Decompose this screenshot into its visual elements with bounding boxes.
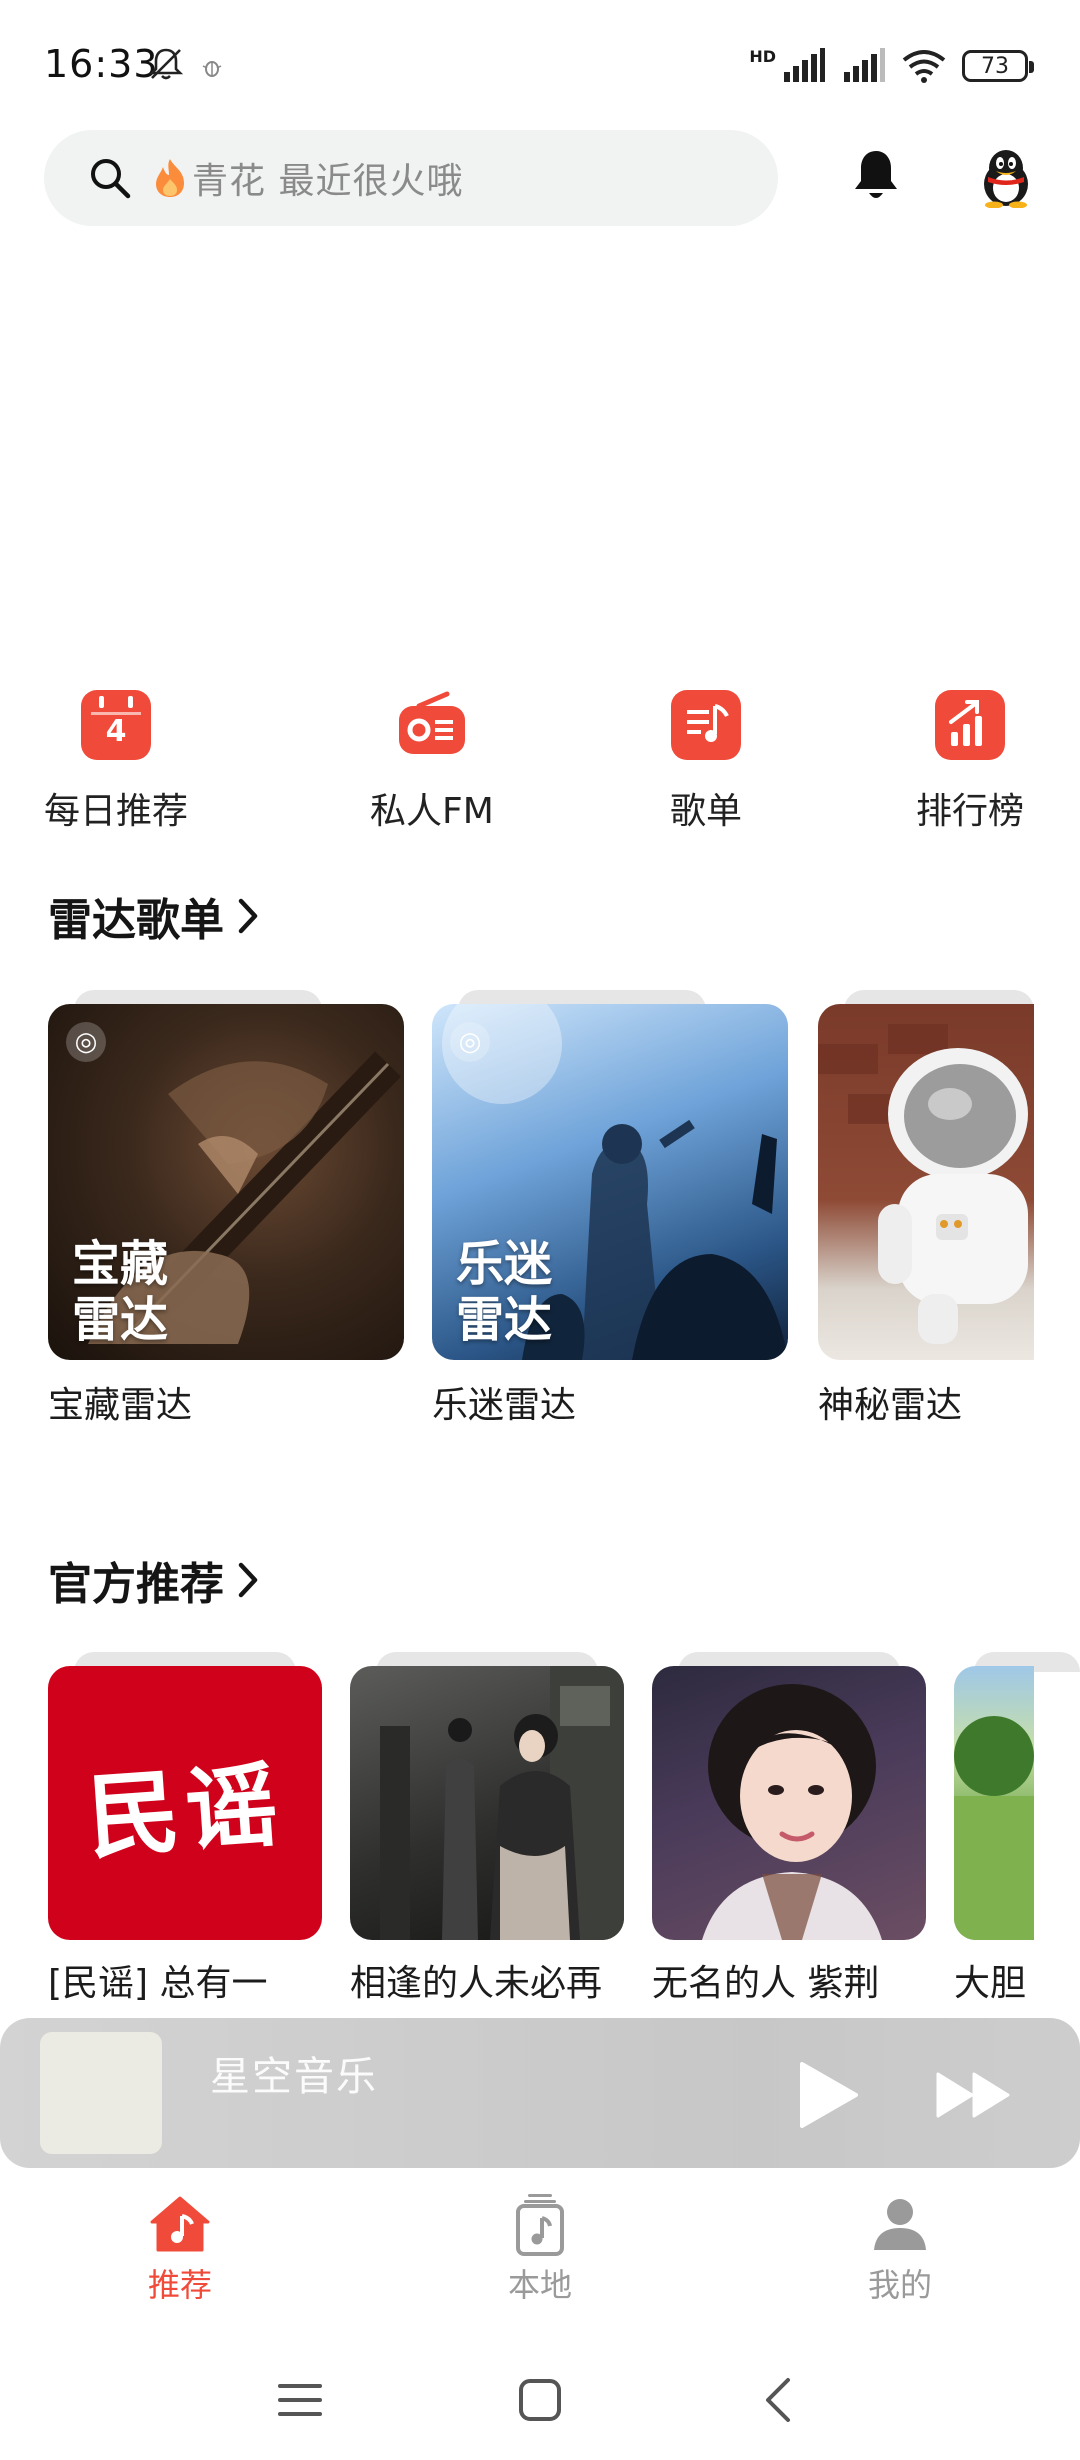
chevron-right-icon [238, 1562, 258, 1598]
cover-title-line1: 宝藏 [72, 1236, 169, 1292]
quick-nav-label: 每日推荐 [44, 791, 189, 832]
calendar-badge: 4 [105, 713, 127, 749]
status-icons: HD 73 [749, 46, 1034, 86]
quick-nav-chart[interactable]: 排行榜 [916, 690, 1024, 834]
debug-icon [202, 61, 222, 77]
notification-bell-icon[interactable] [850, 148, 902, 204]
quick-nav-label: 歌单 [670, 791, 743, 832]
quick-nav-fm[interactable]: 私人FM [370, 690, 494, 834]
quick-nav: 4 每日推荐 私人FM 歌单 排行榜 [0, 690, 1080, 840]
user-icon [874, 2199, 926, 2250]
cover-image: 民谣 [48, 1666, 322, 1940]
signal-icon [784, 48, 825, 82]
mini-player[interactable]: 星空音乐 [0, 2018, 1080, 2168]
quick-nav-label: 排行榜 [916, 791, 1025, 832]
play-icon[interactable] [796, 2060, 860, 2130]
signal-icon-2 [844, 48, 885, 82]
cover-image [350, 1666, 624, 1940]
cover-image: ◎ 宝藏 雷达 [48, 1004, 404, 1360]
tab-label: 推荐 [147, 2266, 212, 2304]
playlist-icon [671, 690, 741, 760]
card-caption: 无名的人 紫荆 [652, 1963, 880, 2004]
home-button-icon[interactable] [512, 2372, 568, 2428]
landscape-illustration [954, 1716, 1034, 1940]
chevron-right-icon [238, 898, 258, 934]
card-caption: 宝藏雷达 [48, 1385, 193, 1426]
bell-muted-icon [148, 48, 184, 80]
tab-label: 本地 [507, 2266, 572, 2304]
mini-player-cover[interactable] [40, 2032, 162, 2154]
back-icon[interactable] [752, 2372, 808, 2428]
radio-icon [397, 690, 467, 760]
hd-label: HD [749, 46, 776, 66]
system-navigation-bar [0, 2340, 1080, 2460]
cover-image: ◎ 乐迷 雷达 [432, 1004, 788, 1360]
netease-logo-icon: ◎ [66, 1022, 106, 1062]
cover-title-line2: 雷达 [456, 1292, 553, 1348]
cover-title-line2: 雷达 [72, 1292, 169, 1348]
tab-local[interactable]: 本地 [460, 2192, 620, 2306]
bottom-tab-bar: 推荐 本地 我的 [0, 2170, 1080, 2320]
home-music-icon [150, 2196, 210, 2252]
card-caption: 大胆 [954, 1963, 1027, 2004]
fast-forward-icon[interactable] [934, 2070, 1014, 2120]
cover-title: 民谣 [83, 1749, 288, 1872]
radar-section-title[interactable]: 雷达歌单 [48, 884, 260, 948]
app-screen: 16:33 HD 73 青花 最近很火哦 4 每日推荐 私人FM 歌单 排行榜 … [0, 0, 1080, 2460]
status-bar: 16:33 HD 73 [0, 0, 1080, 130]
cover-image [652, 1666, 926, 1940]
status-time: 16:33 [44, 42, 159, 86]
section-title-text: 雷达歌单 [48, 895, 224, 946]
cover-image [954, 1666, 1034, 1940]
official-card-row: 民谣 [民谣] 总有一 相逢的人未必再 无名的人 紫荆 大胆 [0, 1652, 1080, 2012]
menu-icon[interactable] [272, 2372, 328, 2428]
netease-logo-icon: ◎ [450, 1022, 490, 1062]
tab-mine[interactable]: 我的 [820, 2192, 980, 2306]
search-placeholder: 青花 最近很火哦 [192, 161, 464, 202]
portrait-illustration [702, 1684, 882, 1940]
street-photo-illustration [380, 1666, 624, 1940]
section-title-text: 官方推荐 [48, 1559, 224, 1610]
card-caption: [民谣] 总有一 [48, 1963, 268, 2004]
card-caption: 乐迷雷达 [432, 1385, 577, 1426]
official-section-title[interactable]: 官方推荐 [48, 1548, 260, 1612]
mini-player-title: 星空音乐 [210, 2054, 378, 2100]
search-bar[interactable]: 青花 最近很火哦 [44, 130, 778, 226]
tab-recommend[interactable]: 推荐 [100, 2192, 260, 2306]
cover-image [818, 1004, 1034, 1360]
cover-title: 乐迷 雷达 [456, 1236, 552, 1348]
calendar-icon: 4 [81, 690, 151, 760]
local-music-icon [516, 2194, 564, 2256]
cover-title-line1: 乐迷 [456, 1236, 553, 1292]
tab-label: 我的 [867, 2266, 932, 2304]
search-icon [91, 159, 131, 199]
astronaut-illustration [818, 1024, 1028, 1344]
radar-card-row: ◎ 宝藏 雷达 宝藏雷达 ◎ 乐迷 雷达 乐迷雷达 神秘雷达 [0, 990, 1080, 1430]
battery-indicator: 73 [962, 50, 1034, 82]
card-caption: 神秘雷达 [818, 1385, 963, 1426]
quick-nav-playlist[interactable]: 歌单 [670, 690, 742, 834]
card-caption: 相逢的人未必再 [350, 1963, 603, 2004]
fire-icon [156, 159, 184, 197]
cover-title: 宝藏 雷达 [72, 1236, 168, 1348]
avatar[interactable] [978, 146, 1034, 208]
banner-area[interactable] [0, 250, 1080, 670]
quick-nav-daily[interactable]: 4 每日推荐 [44, 690, 188, 834]
quick-nav-label: 私人FM [370, 791, 494, 832]
battery-level: 73 [981, 53, 1009, 79]
chart-icon [935, 690, 1005, 760]
wifi-icon [902, 50, 946, 83]
